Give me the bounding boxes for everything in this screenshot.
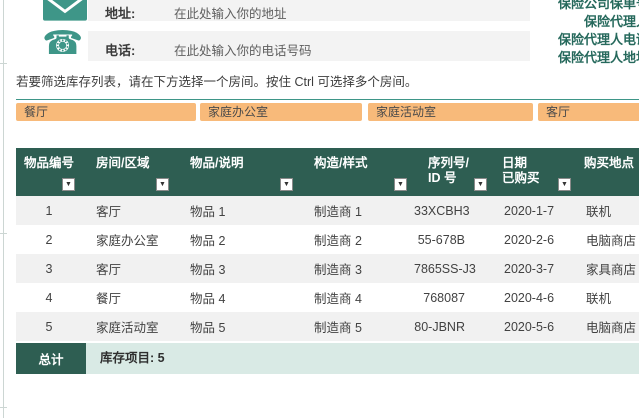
- cell-item-number[interactable]: 4: [16, 291, 82, 305]
- table-header-row: 物品编号 ▼ 房间/区域 ▼ 物品/说明 ▼ 构造/样式 ▼ 序列号/ ID 号…: [16, 148, 639, 196]
- cell-date[interactable]: 2020-5-6: [494, 320, 578, 334]
- cell-item-number[interactable]: 5: [16, 320, 82, 334]
- filter-dropdown-serial-id[interactable]: ▼: [474, 178, 487, 191]
- slicer-button-living-room[interactable]: 客厅: [538, 103, 639, 121]
- phone-icon: ☎: [42, 26, 83, 59]
- cell-serial[interactable]: 768087: [414, 291, 494, 305]
- cell-item[interactable]: 物品 1: [176, 201, 300, 220]
- phone-input[interactable]: 在此处输入你的电话号码: [174, 40, 312, 59]
- cell-item[interactable]: 物品 5: [176, 317, 300, 336]
- cell-location[interactable]: 联机: [578, 201, 639, 220]
- filter-dropdown-make-style[interactable]: ▼: [394, 178, 407, 191]
- envelope-icon: [43, 0, 87, 21]
- header-item-description: 物品/说明 ▼: [176, 148, 300, 196]
- address-input[interactable]: 在此处输入你的地址: [174, 3, 287, 22]
- table-row: 1 客厅 物品 1 制造商 1 33XCBH3 2020-1-7 联机: [16, 196, 639, 225]
- cell-make[interactable]: 制造商 4: [300, 288, 414, 307]
- header-purchase-location: 购买地点: [578, 148, 639, 196]
- header-item-number: 物品编号 ▼: [16, 148, 82, 196]
- table-row: 2 家庭办公室 物品 2 制造商 2 55-678B 2020-2-6 电脑商店: [16, 225, 639, 254]
- cell-location[interactable]: 电脑商店: [578, 317, 639, 336]
- phone-label: 电话:: [105, 40, 135, 59]
- cell-serial[interactable]: 55-678B: [414, 233, 494, 247]
- cell-room[interactable]: 家庭办公室: [82, 230, 176, 249]
- cell-location[interactable]: 家具商店: [578, 259, 639, 278]
- cell-make[interactable]: 制造商 1: [300, 201, 414, 220]
- header-serial-id: 序列号/ ID 号 ▼: [414, 148, 494, 196]
- cell-item-number[interactable]: 3: [16, 262, 82, 276]
- cell-date[interactable]: 2020-2-6: [494, 233, 578, 247]
- filter-dropdown-item-number[interactable]: ▼: [62, 178, 75, 191]
- header-room-area: 房间/区域 ▼: [82, 148, 176, 196]
- table-row: 5 家庭活动室 物品 5 制造商 5 80-JBNR 2020-5-6 电脑商店: [16, 312, 639, 341]
- cell-item[interactable]: 物品 4: [176, 288, 300, 307]
- chevron-down-icon: ▼: [561, 181, 568, 188]
- total-inventory-count: 库存项目: 5: [86, 343, 639, 374]
- filter-dropdown-date-purchased[interactable]: ▼: [558, 178, 571, 191]
- sheet-gridline-tick: [0, 233, 7, 234]
- address-field-background: [88, 0, 530, 21]
- cell-item[interactable]: 物品 3: [176, 259, 300, 278]
- chevron-down-icon: ▼: [65, 181, 72, 188]
- cell-date[interactable]: 2020-1-7: [494, 204, 578, 218]
- table-row: 4 餐厅 物品 4 制造商 4 768087 2020-4-6 联机: [16, 283, 639, 312]
- insurance-agent-phone-label: 保险代理人电话: [558, 29, 639, 48]
- cell-item-number[interactable]: 2: [16, 233, 82, 247]
- chevron-down-icon: ▼: [397, 181, 404, 188]
- insurance-agent-address-label: 保险代理人地址: [558, 47, 639, 66]
- cell-room[interactable]: 客厅: [82, 201, 176, 220]
- filter-instruction-text: 若要筛选库存列表，请在下方选择一个房间。按住 Ctrl 可选择多个房间。: [16, 71, 417, 90]
- cell-room[interactable]: 餐厅: [82, 288, 176, 307]
- slicer-button-family-room[interactable]: 家庭活动室: [368, 103, 533, 121]
- cell-serial[interactable]: 7865SS-J3: [414, 262, 494, 276]
- total-row: 总计 库存项目: 5: [16, 343, 639, 374]
- cell-date[interactable]: 2020-3-7: [494, 262, 578, 276]
- header-make-style: 构造/样式 ▼: [300, 148, 414, 196]
- filter-dropdown-item-description[interactable]: ▼: [280, 178, 293, 191]
- cell-make[interactable]: 制造商 3: [300, 259, 414, 278]
- insurance-agent-label: 保险代理人: [584, 11, 639, 30]
- total-label: 总计: [16, 343, 86, 374]
- slicer-button-home-office[interactable]: 家庭办公室: [200, 103, 362, 121]
- cell-location[interactable]: 联机: [578, 288, 639, 307]
- table-row: 3 客厅 物品 3 制造商 3 7865SS-J3 2020-3-7 家具商店: [16, 254, 639, 283]
- slicer-button-dining-room[interactable]: 餐厅: [16, 103, 196, 121]
- cell-make[interactable]: 制造商 2: [300, 230, 414, 249]
- cell-room[interactable]: 家庭活动室: [82, 317, 176, 336]
- sheet-gridline-tick: [0, 407, 7, 408]
- address-label: 地址:: [105, 3, 135, 22]
- cell-item[interactable]: 物品 2: [176, 230, 300, 249]
- chevron-down-icon: ▼: [477, 181, 484, 188]
- cell-serial[interactable]: 80-JBNR: [414, 320, 494, 334]
- cell-location[interactable]: 电脑商店: [578, 230, 639, 249]
- cell-make[interactable]: 制造商 5: [300, 317, 414, 336]
- slicer-top-border: [16, 99, 639, 100]
- cell-item-number[interactable]: 1: [16, 204, 82, 218]
- cell-date[interactable]: 2020-4-6: [494, 291, 578, 305]
- cell-serial[interactable]: 33XCBH3: [414, 204, 494, 218]
- cell-room[interactable]: 客厅: [82, 259, 176, 278]
- chevron-down-icon: ▼: [159, 181, 166, 188]
- header-date-purchased: 日期 已购买 ▼: [494, 148, 578, 196]
- chevron-down-icon: ▼: [283, 181, 290, 188]
- sheet-gridline-tick: [0, 63, 7, 64]
- filter-dropdown-room-area[interactable]: ▼: [156, 178, 169, 191]
- inventory-table: 物品编号 ▼ 房间/区域 ▼ 物品/说明 ▼ 构造/样式 ▼ 序列号/ ID 号…: [16, 148, 639, 374]
